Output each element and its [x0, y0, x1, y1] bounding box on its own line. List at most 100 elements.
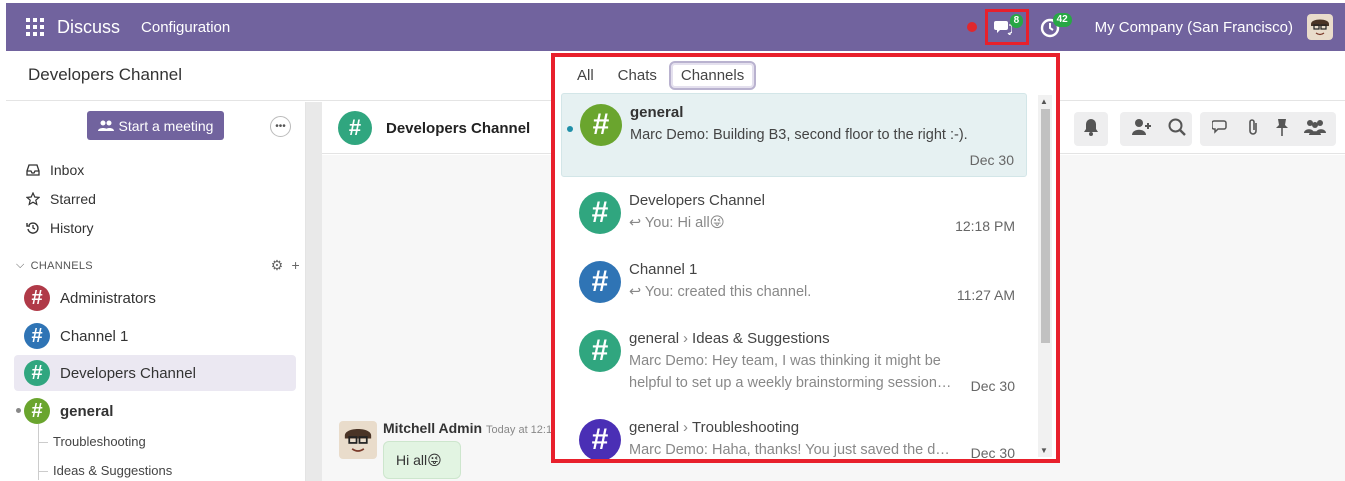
channel-label: Administrators	[60, 289, 156, 307]
hashtag-icon: #	[24, 285, 50, 311]
sidebar-item-label: Starred	[50, 191, 96, 207]
author-name[interactable]: Mitchell Admin	[383, 420, 482, 436]
search-icon[interactable]	[1168, 118, 1186, 141]
gear-icon[interactable]: ⚙	[271, 257, 284, 274]
sidebar-channel-general[interactable]: # general	[14, 393, 296, 429]
member-tools	[1120, 112, 1192, 146]
message-time: Today at 12:1	[486, 424, 553, 436]
top-navbar: Discuss Configuration 8 42 My Company (S…	[6, 3, 1345, 51]
scroll-up-icon[interactable]: ▲	[1040, 97, 1048, 106]
conversation-name: general › Ideas & Suggestions	[629, 330, 830, 347]
history-icon	[26, 222, 39, 234]
messaging-tabs: All Chats Channels	[555, 57, 1056, 93]
messaging-menu-dropdown: All Chats Channels # general Marc Demo: …	[551, 53, 1060, 463]
conversation-name: general › Troubleshooting	[629, 419, 800, 436]
user-avatar[interactable]	[1307, 14, 1333, 40]
tree-branch	[38, 442, 48, 443]
conversation-preview: Marc Demo: Haha, thanks! You just saved …	[629, 442, 955, 458]
scrollbar-thumb[interactable]	[1041, 109, 1050, 343]
discuss-sidebar: Start a meeting ••• Inbox Starred Histor…	[6, 102, 306, 481]
conversation-name: Developers Channel	[629, 192, 765, 209]
channels-section-header[interactable]: ⌵ CHANNELS ⚙ +	[16, 257, 300, 274]
conversation-item-general[interactable]: # general Marc Demo: Building B3, second…	[561, 93, 1027, 177]
chevron-right-icon: ›	[683, 330, 689, 347]
activities-button[interactable]: 42	[1039, 12, 1072, 42]
breadcrumb: Developers Channel	[28, 65, 183, 84]
channel-label: Channel 1	[60, 327, 129, 345]
more-options-icon[interactable]: •••	[270, 116, 291, 137]
unread-indicator	[567, 126, 573, 132]
sidebar-item-starred[interactable]: Starred	[26, 191, 96, 207]
hashtag-icon: #	[580, 104, 622, 146]
hashtag-icon: #	[24, 323, 50, 349]
hashtag-icon: #	[579, 419, 621, 459]
sidebar-item-label: Inbox	[50, 162, 85, 178]
menu-configuration[interactable]: Configuration	[141, 19, 230, 36]
chat-bubbles-icon	[993, 21, 1012, 35]
chevron-right-icon: ›	[683, 419, 689, 436]
dropdown-scrollbar[interactable]: ▲ ▼	[1038, 95, 1052, 457]
conversation-date: Dec 30	[970, 445, 1015, 461]
sidebar-channel-administrators[interactable]: # Administrators	[14, 280, 296, 316]
message-author: Mitchell Admin Today at 12:1	[383, 420, 552, 436]
add-channel-icon[interactable]: +	[292, 257, 300, 274]
tab-chats[interactable]: Chats	[606, 61, 669, 90]
bell-icon	[1083, 118, 1099, 141]
sidebar-item-history[interactable]: History	[26, 220, 94, 236]
conversation-preview: Marc Demo: Building B3, second floor to …	[630, 127, 968, 143]
reply-icon: ↩	[629, 215, 645, 231]
start-meeting-label: Start a meeting	[118, 117, 214, 134]
threads-icon[interactable]	[1211, 119, 1230, 140]
author-avatar[interactable]	[339, 421, 377, 459]
tab-channels[interactable]: Channels	[668, 60, 757, 90]
hashtag-icon: #	[24, 360, 50, 386]
add-user-icon[interactable]	[1132, 118, 1152, 140]
conversation-preview: ↩ You: Hi all😜	[629, 215, 725, 231]
tab-all[interactable]: All	[565, 61, 606, 90]
conversation-date: Dec 30	[970, 378, 1015, 394]
notification-settings-button[interactable]	[1074, 112, 1108, 146]
channels-header-label: CHANNELS	[30, 259, 93, 272]
message-bubble[interactable]: Hi all😜	[383, 441, 461, 479]
hashtag-icon: #	[579, 192, 621, 234]
sidebar-item-inbox[interactable]: Inbox	[26, 162, 84, 178]
sidebar-scrollbar[interactable]	[306, 102, 322, 481]
chevron-down-icon: ⌵	[16, 259, 25, 271]
thread-title[interactable]: Developers Channel	[386, 120, 530, 137]
apps-menu-icon[interactable]	[26, 18, 44, 36]
activities-count-badge: 42	[1052, 13, 1072, 27]
users-icon	[97, 120, 114, 131]
messages-count-badge: 8	[1009, 14, 1024, 28]
sidebar-subchannel-troubleshooting[interactable]: Troubleshooting	[53, 434, 146, 449]
conversation-item-ideas[interactable]: # general › Ideas & Suggestions Marc Demo:…	[561, 320, 1027, 404]
conversation-preview: ↩ You: created this channel.	[629, 284, 812, 300]
start-meeting-button[interactable]: Start a meeting	[87, 111, 224, 140]
inbox-icon	[26, 164, 40, 176]
members-icon[interactable]	[1304, 119, 1326, 140]
reply-icon: ↩	[629, 284, 645, 300]
tree-branch	[38, 471, 48, 472]
channel-avatar-icon: #	[338, 111, 372, 145]
sidebar-subchannel-ideas[interactable]: Ideas & Suggestions	[53, 463, 172, 478]
sidebar-channel-channel-1[interactable]: # Channel 1	[14, 318, 296, 354]
hashtag-icon: #	[579, 330, 621, 372]
conversation-name: Channel 1	[629, 261, 698, 278]
sidebar-channel-developers[interactable]: # Developers Channel	[14, 355, 296, 391]
channel-label: Developers Channel	[60, 364, 196, 382]
app-name[interactable]: Discuss	[57, 17, 120, 38]
svg-text:#: #	[349, 115, 361, 140]
status-dot-icon	[966, 22, 977, 32]
star-icon	[26, 192, 40, 206]
paperclip-icon[interactable]	[1246, 118, 1260, 141]
conversation-item-troubleshooting[interactable]: # general › Troubleshooting Marc Demo: Hah…	[561, 409, 1027, 461]
messages-button[interactable]: 8	[984, 9, 1029, 45]
conversation-preview: Marc Demo: Hey team, I was thinking it m…	[629, 353, 952, 391]
pin-icon[interactable]	[1276, 118, 1288, 141]
scroll-down-icon[interactable]: ▼	[1040, 446, 1048, 455]
company-switcher[interactable]: My Company (San Francisco)	[1095, 19, 1293, 36]
conversation-date: 12:18 PM	[955, 218, 1015, 234]
sidebar-item-label: History	[50, 220, 94, 236]
hashtag-icon: #	[24, 398, 50, 424]
channel-label: general	[60, 402, 114, 420]
conversation-date: Dec 30	[969, 152, 1014, 168]
